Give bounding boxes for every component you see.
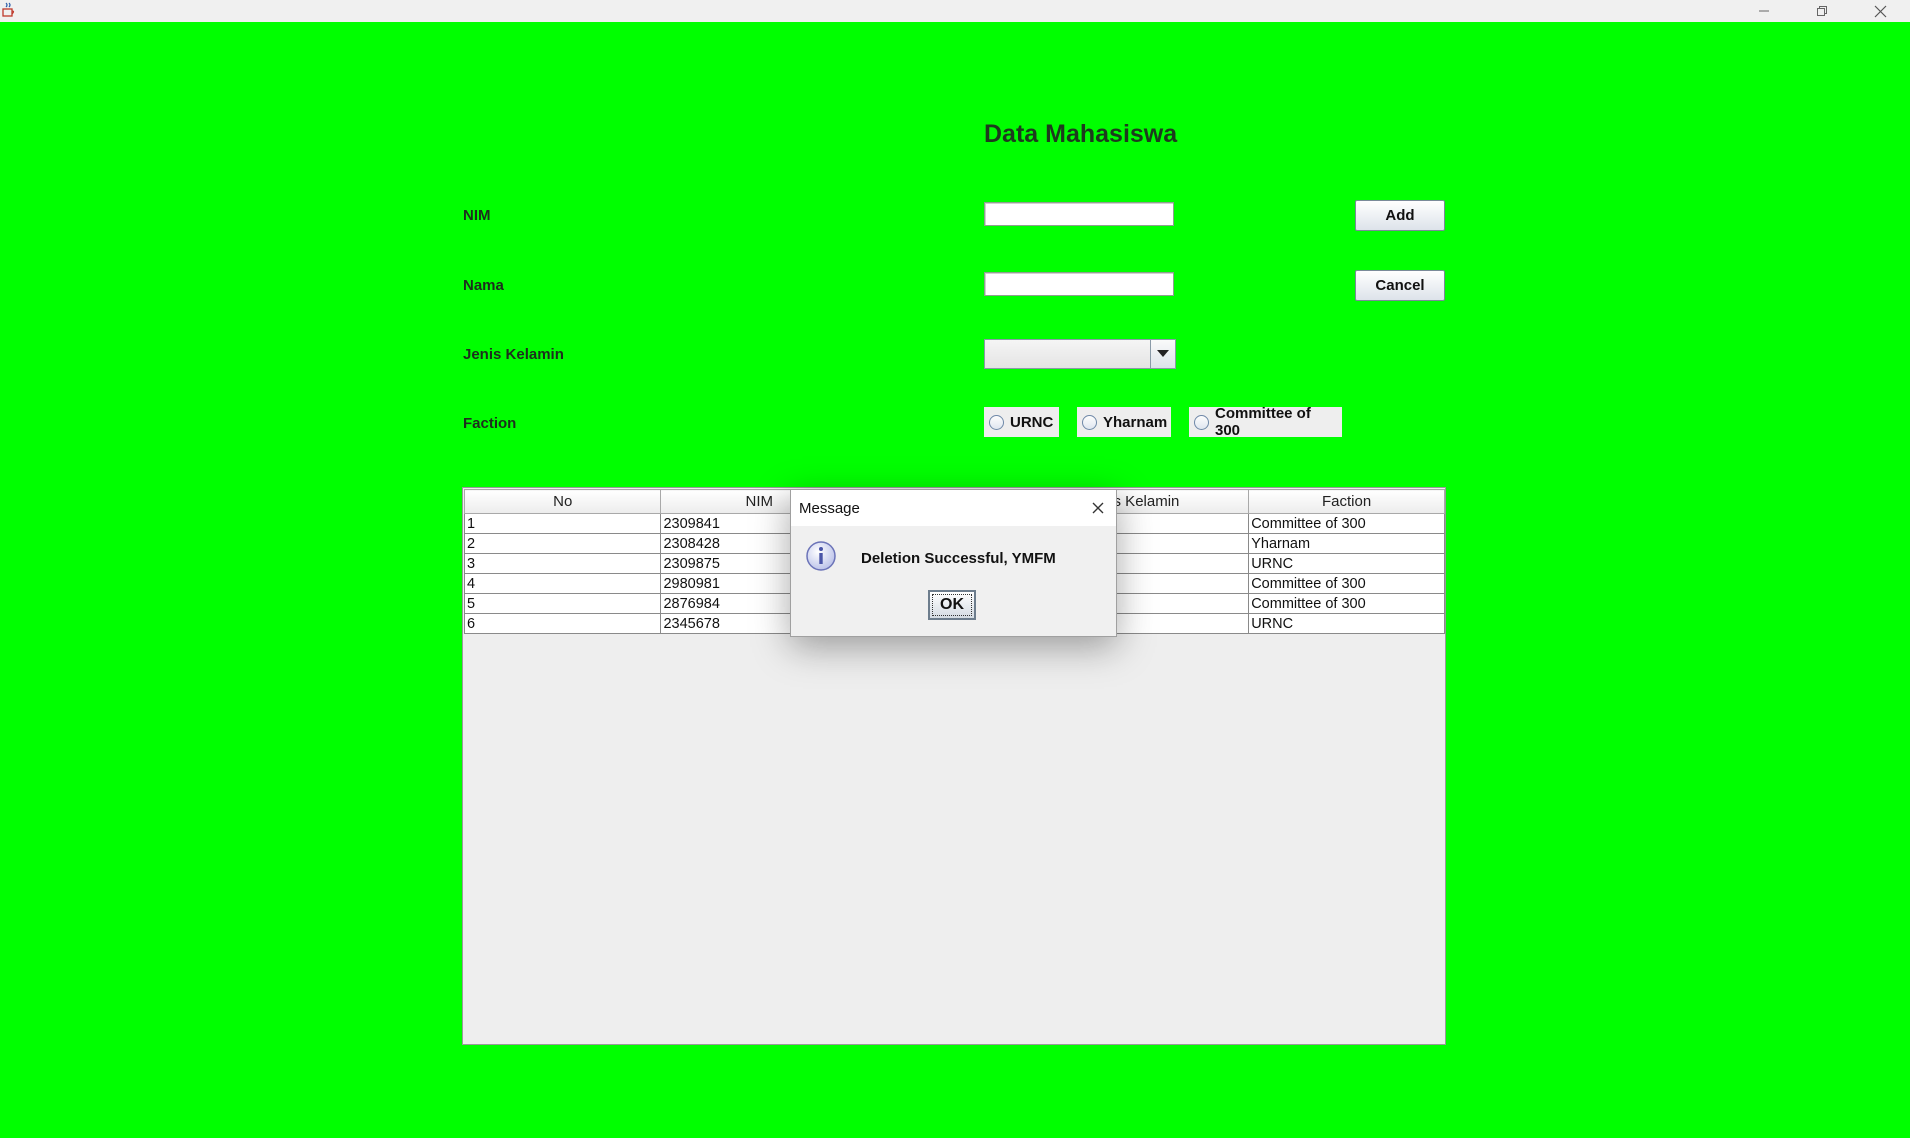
jenis-kelamin-select[interactable] [984, 339, 1176, 369]
window-titlebar [0, 0, 1910, 22]
restore-icon [1817, 6, 1827, 16]
cell-faction[interactable]: Yharnam [1248, 533, 1445, 554]
faction-label: Faction [463, 415, 517, 432]
nim-field[interactable] [984, 202, 1174, 226]
message-dialog: Message Deletion Successful, YMFM OK [790, 489, 1117, 637]
cell-no[interactable]: 6 [463, 613, 662, 634]
column-header-no[interactable]: No [463, 489, 662, 514]
cell-no[interactable]: 3 [463, 553, 662, 574]
cell-faction[interactable]: URNC [1248, 553, 1445, 574]
jenis-kelamin-label: Jenis Kelamin [463, 346, 564, 363]
add-button[interactable]: Add [1355, 200, 1445, 231]
nama-label: Nama [463, 277, 504, 294]
faction-radio-label: URNC [1010, 413, 1054, 431]
cell-no[interactable]: 5 [463, 593, 662, 614]
java-coffee-icon [2, 2, 15, 17]
minimize-icon [1759, 10, 1769, 12]
faction-radio-urnc[interactable]: URNC [984, 407, 1059, 437]
cell-no[interactable]: 1 [463, 513, 662, 534]
faction-radio-committee[interactable]: Committee of 300 [1189, 405, 1342, 439]
cell-faction[interactable]: Committee of 300 [1248, 573, 1445, 594]
minimize-button[interactable] [1736, 0, 1792, 22]
dialog-message: Deletion Successful, YMFM [861, 550, 1056, 567]
faction-radio-yharnam[interactable]: Yharnam [1077, 407, 1171, 437]
cell-no[interactable]: 4 [463, 573, 662, 594]
ok-button[interactable]: OK [928, 590, 976, 620]
page-title: Data Mahasiswa [984, 120, 1178, 148]
cell-no[interactable]: 2 [463, 533, 662, 554]
cancel-button[interactable]: Cancel [1355, 270, 1445, 301]
cell-faction[interactable]: Committee of 300 [1248, 513, 1445, 534]
column-header-faction[interactable]: Faction [1248, 489, 1445, 514]
radio-circle-icon [1194, 414, 1209, 430]
close-icon [1874, 5, 1886, 17]
radio-circle-icon [989, 414, 1004, 430]
close-button[interactable] [1852, 0, 1908, 22]
cell-faction[interactable]: Committee of 300 [1248, 593, 1445, 614]
cell-faction[interactable]: URNC [1248, 613, 1445, 634]
info-icon [806, 541, 836, 571]
dialog-titlebar: Message [791, 490, 1116, 526]
dialog-title: Message [799, 500, 860, 517]
radio-circle-icon [1082, 414, 1097, 430]
chevron-down-icon [1157, 350, 1169, 357]
nim-label: NIM [463, 207, 491, 224]
close-icon [1092, 502, 1104, 514]
restore-button[interactable] [1794, 0, 1850, 22]
faction-radio-label: Yharnam [1103, 413, 1168, 431]
nama-field[interactable] [984, 272, 1174, 296]
faction-radio-label: Committee of 300 [1215, 405, 1311, 439]
dialog-close-button[interactable] [1086, 496, 1110, 520]
dropdown-arrow[interactable] [1150, 340, 1175, 368]
